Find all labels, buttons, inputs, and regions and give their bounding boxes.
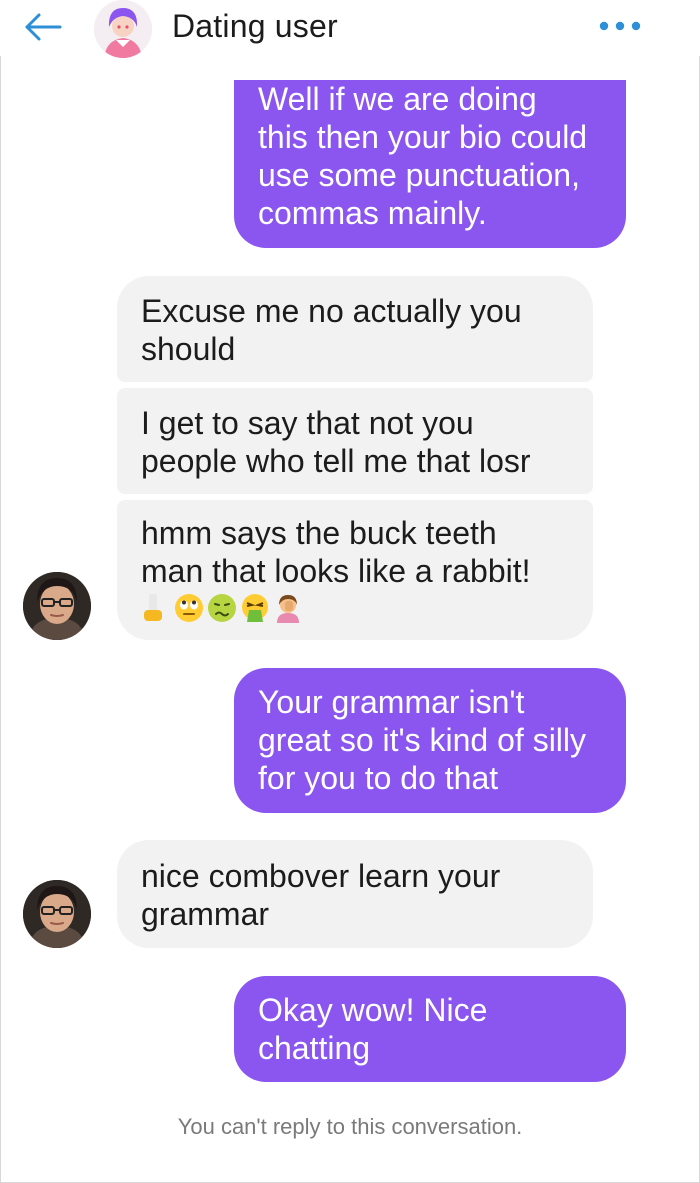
more-options-button[interactable] — [596, 16, 644, 36]
message-text: Well if we are doing this then your bio … — [258, 81, 588, 231]
eye-roll-emoji — [175, 594, 203, 622]
cartoon-avatar-icon — [94, 0, 152, 58]
facepalm-emoji — [277, 595, 299, 623]
contact-name: Dating user — [172, 8, 338, 44]
message-bubble-incoming: I get to say that not you people who tel… — [117, 388, 593, 494]
message-bubble-incoming: Excuse me no actually you should — [117, 276, 593, 382]
emoji-row — [141, 592, 571, 624]
message-bubble-outgoing: Well if we are doing this then your bio … — [234, 80, 626, 248]
sender-avatar[interactable] — [23, 880, 91, 948]
vomiting-emoji — [242, 594, 268, 622]
cannot-reply-notice: You can't reply to this conversation. — [177, 1114, 523, 1139]
message-text: I get to say that not you people who tel… — [141, 405, 531, 479]
more-dots-icon — [599, 21, 641, 31]
message-bubble-outgoing: Your grammar isn't great so it's kind of… — [234, 668, 626, 813]
nauseated-emoji — [208, 594, 236, 622]
message-text: Excuse me no actually you should — [141, 293, 522, 367]
arrow-left-icon — [25, 13, 62, 41]
user-photo — [23, 572, 91, 640]
user-photo — [23, 880, 91, 948]
contact-avatar[interactable] — [94, 0, 152, 58]
message-text: nice combover learn your grammar — [141, 858, 501, 932]
sender-avatar[interactable] — [23, 572, 91, 640]
message-text: Your grammar isn't great so it's kind of… — [258, 684, 587, 796]
message-text: Okay wow! Nice chatting — [258, 992, 488, 1066]
message-bubble-incoming: nice combover learn your grammar — [117, 840, 593, 948]
middle-finger-emoji — [144, 594, 162, 621]
back-button[interactable] — [22, 10, 64, 44]
message-bubble-outgoing: Okay wow! Nice chatting — [234, 976, 626, 1082]
message-bubble-incoming: hmm says the buck teeth man that looks l… — [117, 500, 593, 640]
message-text: hmm says the buck teeth man that looks l… — [141, 515, 531, 589]
chat-header: Dating user — [0, 0, 700, 58]
